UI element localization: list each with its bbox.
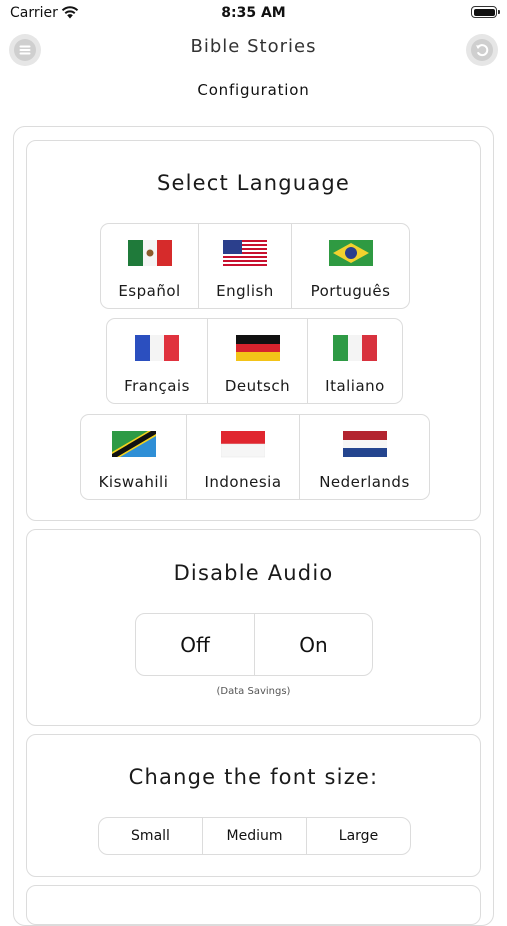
data-savings-note: (Data Savings) (216, 686, 291, 697)
back-button[interactable] (466, 34, 498, 66)
language-option-nederlands[interactable]: Nederlands (300, 415, 429, 499)
font-size-heading: Change the font size: (128, 765, 379, 789)
mexico-flag-icon (127, 240, 172, 266)
language-row-1: Español English Português (100, 223, 410, 309)
tanzania-flag-icon (111, 431, 156, 457)
language-label: Português (310, 282, 391, 300)
language-label: English (216, 282, 274, 300)
language-option-kiswahili[interactable]: Kiswahili (81, 415, 187, 499)
language-option-espanol[interactable]: Español (101, 224, 199, 308)
audio-on-button[interactable]: On (255, 614, 372, 675)
status-bar: Carrier 8:35 AM (0, 0, 507, 28)
next-settings-card (26, 885, 481, 925)
france-flag-icon (135, 335, 179, 361)
back-arrow-icon (471, 39, 493, 61)
font-size-selector: Small Medium Large (98, 817, 411, 855)
language-row-3: Kiswahili Indonesia Nederlands (80, 414, 430, 500)
language-option-francais[interactable]: Français (107, 319, 208, 403)
audio-card: Disable Audio Off On (Data Savings) (26, 529, 481, 726)
language-heading: Select Language (156, 171, 351, 195)
netherlands-flag-icon (342, 431, 387, 457)
language-label: Français (124, 377, 190, 395)
font-size-card: Change the font size: Small Medium Large (26, 734, 481, 877)
app-title: Bible Stories (190, 36, 317, 57)
language-label: Español (118, 282, 181, 300)
font-size-medium-button[interactable]: Medium (203, 818, 307, 854)
language-label: Indonesia (204, 473, 282, 491)
brazil-flag-icon (328, 240, 373, 266)
language-option-english[interactable]: English (199, 224, 292, 308)
language-option-portugues[interactable]: Português (292, 224, 409, 308)
language-option-deutsch[interactable]: Deutsch (208, 319, 308, 403)
font-size-large-button[interactable]: Large (307, 818, 410, 854)
germany-flag-icon (235, 335, 280, 361)
clock: 8:35 AM (221, 5, 286, 21)
usa-flag-icon (223, 240, 267, 266)
indonesia-flag-icon (221, 431, 265, 458)
language-row-2: Français Deutsch Italiano (106, 318, 403, 404)
language-label: Deutsch (224, 377, 291, 395)
language-option-italiano[interactable]: Italiano (308, 319, 402, 403)
language-label: Italiano (325, 377, 385, 395)
audio-toggle: Off On (135, 613, 373, 676)
font-size-small-button[interactable]: Small (99, 818, 203, 854)
battery-icon (471, 6, 500, 18)
audio-heading: Disable Audio (173, 561, 334, 585)
language-label: Kiswahili (98, 473, 169, 491)
language-card: Select Language Español English Portuguê… (26, 140, 481, 521)
italy-flag-icon (333, 335, 377, 361)
page-subtitle: Configuration (197, 81, 310, 99)
language-label: Nederlands (319, 473, 410, 491)
audio-off-button[interactable]: Off (136, 614, 255, 675)
language-option-indonesia[interactable]: Indonesia (187, 415, 300, 499)
